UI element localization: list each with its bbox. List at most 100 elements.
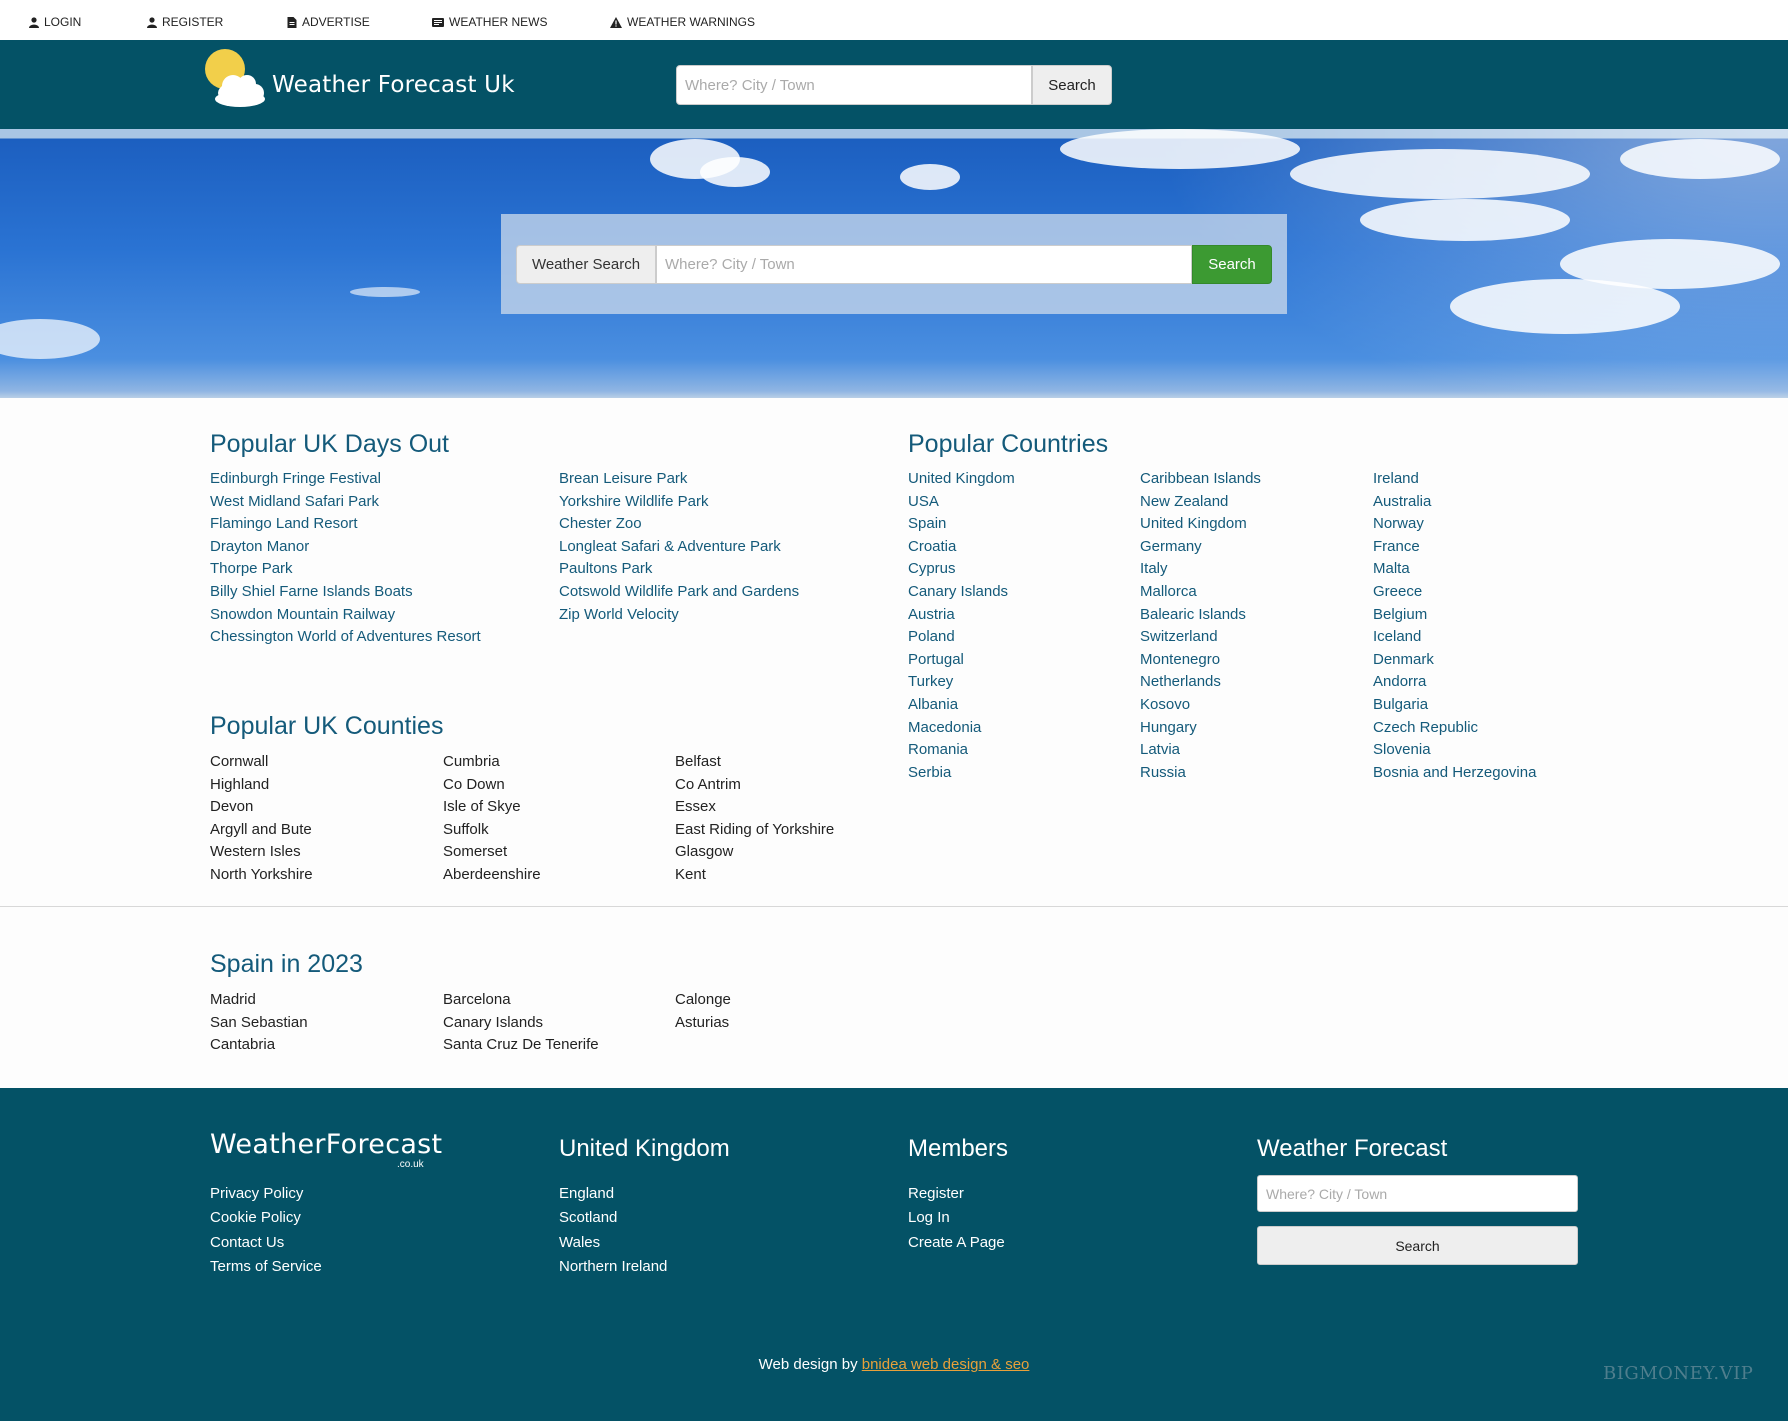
country-link[interactable]: Balearic Islands xyxy=(1140,604,1261,627)
spain-link[interactable]: Madrid xyxy=(210,989,308,1012)
footer-search-button[interactable]: Search xyxy=(1257,1226,1578,1265)
country-link[interactable]: Malta xyxy=(1373,558,1536,581)
weather-news-link[interactable]: WEATHER NEWS xyxy=(432,15,547,29)
login-link[interactable]: LOGIN xyxy=(29,15,81,29)
country-link[interactable]: Romania xyxy=(908,739,1015,762)
country-link[interactable]: Slovenia xyxy=(1373,739,1536,762)
footer-link[interactable]: Privacy Policy xyxy=(210,1182,322,1206)
footer-uk-link[interactable]: Northern Ireland xyxy=(559,1255,667,1279)
footer-uk-link[interactable]: Wales xyxy=(559,1231,667,1255)
days-out-link[interactable]: Snowdon Mountain Railway xyxy=(210,604,481,627)
spain-link[interactable]: Barcelona xyxy=(443,989,599,1012)
spain-link[interactable]: Calonge xyxy=(675,989,731,1012)
county-link[interactable]: Co Down xyxy=(443,774,541,797)
days-out-link[interactable]: Drayton Manor xyxy=(210,536,481,559)
days-out-link[interactable]: Flamingo Land Resort xyxy=(210,513,481,536)
footer-uk-link[interactable]: Scotland xyxy=(559,1206,667,1230)
days-out-link[interactable]: Zip World Velocity xyxy=(559,604,799,627)
county-link[interactable]: Belfast xyxy=(675,751,834,774)
footer-members-link[interactable]: Create A Page xyxy=(908,1231,1005,1255)
country-link[interactable]: Denmark xyxy=(1373,649,1536,672)
country-link[interactable]: Poland xyxy=(908,626,1015,649)
county-link[interactable]: Devon xyxy=(210,796,313,819)
county-link[interactable]: Isle of Skye xyxy=(443,796,541,819)
days-out-link[interactable]: Longleat Safari & Adventure Park xyxy=(559,536,799,559)
days-out-link[interactable]: Chester Zoo xyxy=(559,513,799,536)
days-out-link[interactable]: West Midland Safari Park xyxy=(210,491,481,514)
header-search-button[interactable]: Search xyxy=(1032,65,1112,105)
credit-link[interactable]: bnidea web design & seo xyxy=(862,1356,1030,1373)
country-link[interactable]: Albania xyxy=(908,694,1015,717)
country-link[interactable]: Iceland xyxy=(1373,626,1536,649)
country-link[interactable]: Greece xyxy=(1373,581,1536,604)
days-out-link[interactable]: Billy Shiel Farne Islands Boats xyxy=(210,581,481,604)
country-link[interactable]: United Kingdom xyxy=(1140,513,1261,536)
country-link[interactable]: Hungary xyxy=(1140,717,1261,740)
country-link[interactable]: Netherlands xyxy=(1140,671,1261,694)
country-link[interactable]: Switzerland xyxy=(1140,626,1261,649)
country-link[interactable]: Kosovo xyxy=(1140,694,1261,717)
county-link[interactable]: Western Isles xyxy=(210,841,313,864)
advertise-link[interactable]: ADVERTISE xyxy=(287,15,370,29)
footer-uk-link[interactable]: England xyxy=(559,1182,667,1206)
country-link[interactable]: Macedonia xyxy=(908,717,1015,740)
county-link[interactable]: Argyll and Bute xyxy=(210,819,313,842)
hero-search-input[interactable] xyxy=(656,245,1192,284)
county-link[interactable]: Glasgow xyxy=(675,841,834,864)
country-link[interactable]: Andorra xyxy=(1373,671,1536,694)
country-link[interactable]: Spain xyxy=(908,513,1015,536)
country-link[interactable]: Caribbean Islands xyxy=(1140,468,1261,491)
country-link[interactable]: Bulgaria xyxy=(1373,694,1536,717)
country-link[interactable]: United Kingdom xyxy=(908,468,1015,491)
country-link[interactable]: Montenegro xyxy=(1140,649,1261,672)
country-link[interactable]: Austria xyxy=(908,604,1015,627)
weather-warnings-link[interactable]: WEATHER WARNINGS xyxy=(610,15,755,29)
country-link[interactable]: France xyxy=(1373,536,1536,559)
country-link[interactable]: Cyprus xyxy=(908,558,1015,581)
footer-logo[interactable]: WeatherForecast xyxy=(210,1129,442,1160)
country-link[interactable]: Portugal xyxy=(908,649,1015,672)
county-link[interactable]: Cumbria xyxy=(443,751,541,774)
country-link[interactable]: Croatia xyxy=(908,536,1015,559)
header-search-input[interactable] xyxy=(676,65,1032,105)
county-link[interactable]: Aberdeenshire xyxy=(443,864,541,887)
country-link[interactable]: Italy xyxy=(1140,558,1261,581)
days-out-link[interactable]: Chessington World of Adventures Resort xyxy=(210,626,481,649)
county-link[interactable]: Somerset xyxy=(443,841,541,864)
county-link[interactable]: East Riding of Yorkshire xyxy=(675,819,834,842)
country-link[interactable]: Latvia xyxy=(1140,739,1261,762)
register-link[interactable]: REGISTER xyxy=(147,15,223,29)
days-out-link[interactable]: Thorpe Park xyxy=(210,558,481,581)
country-link[interactable]: USA xyxy=(908,491,1015,514)
country-link[interactable]: New Zealand xyxy=(1140,491,1261,514)
country-link[interactable]: Belgium xyxy=(1373,604,1536,627)
days-out-link[interactable]: Paultons Park xyxy=(559,558,799,581)
country-link[interactable]: Czech Republic xyxy=(1373,717,1536,740)
spain-link[interactable]: Cantabria xyxy=(210,1034,308,1057)
spain-link[interactable]: Canary Islands xyxy=(443,1012,599,1035)
country-link[interactable]: Germany xyxy=(1140,536,1261,559)
country-link[interactable]: Bosnia and Herzegovina xyxy=(1373,762,1536,785)
footer-link[interactable]: Terms of Service xyxy=(210,1255,322,1279)
days-out-link[interactable]: Yorkshire Wildlife Park xyxy=(559,491,799,514)
site-name[interactable]: Weather Forecast Uk xyxy=(272,72,515,98)
country-link[interactable]: Mallorca xyxy=(1140,581,1261,604)
county-link[interactable]: Highland xyxy=(210,774,313,797)
county-link[interactable]: Kent xyxy=(675,864,834,887)
county-link[interactable]: Essex xyxy=(675,796,834,819)
spain-link[interactable]: Asturias xyxy=(675,1012,731,1035)
days-out-link[interactable]: Brean Leisure Park xyxy=(559,468,799,491)
footer-members-link[interactable]: Register xyxy=(908,1182,1005,1206)
days-out-link[interactable]: Edinburgh Fringe Festival xyxy=(210,468,481,491)
county-link[interactable]: Co Antrim xyxy=(675,774,834,797)
footer-members-link[interactable]: Log In xyxy=(908,1206,1005,1230)
country-link[interactable]: Serbia xyxy=(908,762,1015,785)
country-link[interactable]: Ireland xyxy=(1373,468,1536,491)
footer-link[interactable]: Cookie Policy xyxy=(210,1206,322,1230)
spain-link[interactable]: San Sebastian xyxy=(210,1012,308,1035)
footer-search-input[interactable] xyxy=(1257,1175,1578,1212)
county-link[interactable]: Cornwall xyxy=(210,751,313,774)
country-link[interactable]: Australia xyxy=(1373,491,1536,514)
county-link[interactable]: Suffolk xyxy=(443,819,541,842)
country-link[interactable]: Russia xyxy=(1140,762,1261,785)
